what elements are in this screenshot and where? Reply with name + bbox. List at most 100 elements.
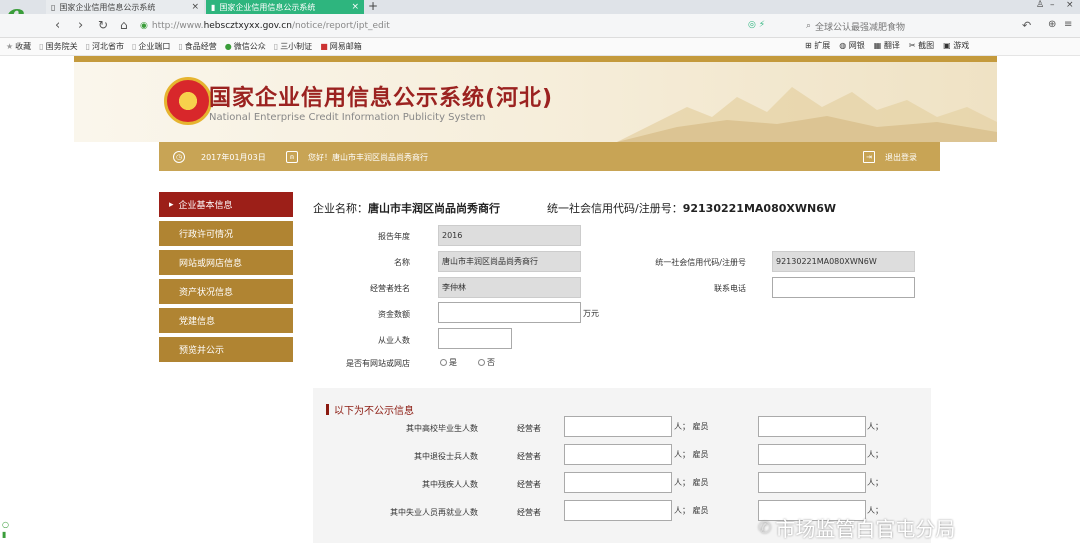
home-icon[interactable]: ⌂ bbox=[120, 18, 128, 32]
page-icon: ▯ bbox=[273, 42, 279, 51]
mountain-decoration bbox=[617, 87, 997, 142]
tab-inactive[interactable]: ▯ 国家企业信用信息公示系统 × bbox=[46, 0, 204, 14]
year-field[interactable]: 2016 bbox=[438, 225, 581, 246]
logout-button[interactable]: ⇥ 退出登录 bbox=[863, 151, 917, 163]
radio-yes[interactable]: 是 bbox=[440, 357, 457, 368]
back-icon[interactable]: ‹ bbox=[55, 18, 60, 33]
zoom-icon[interactable]: ⊕ bbox=[1048, 19, 1056, 30]
operator-col-label: 经营者 bbox=[517, 508, 541, 517]
reload-icon[interactable]: ↻ bbox=[98, 18, 108, 32]
search-box[interactable]: ⌕ 全球公认最强减肥食物 bbox=[806, 17, 1016, 35]
radio-icon bbox=[478, 359, 485, 366]
phone-label: 联系电话 bbox=[714, 284, 746, 293]
address-bar: ‹ › ↻ ⌂ ◉ http://www. hebscztxyxx.gov.cn /… bbox=[0, 14, 1080, 38]
forward-icon[interactable]: › bbox=[78, 18, 83, 33]
page-icon: ▯ bbox=[85, 42, 90, 51]
user-icon: ⍝ bbox=[286, 151, 298, 163]
unit-label: 人； 雇员 bbox=[674, 450, 709, 459]
close-tab-icon[interactable]: × bbox=[351, 2, 359, 12]
operator-col-label: 经营者 bbox=[517, 480, 541, 489]
page-icon: ▯ bbox=[51, 2, 56, 12]
logout-icon: ⇥ bbox=[863, 151, 875, 163]
website-label: 是否有网站或网店 bbox=[346, 359, 410, 368]
site-header: 国家企业信用信息公示系统(河北) National Enterprise Cre… bbox=[74, 62, 997, 142]
tab-active[interactable]: ▮ 国家企业信用信息公示系统 × bbox=[206, 0, 364, 14]
globe-icon: ◉ bbox=[140, 21, 148, 31]
speed-icon[interactable]: ◎ ⚡ bbox=[748, 20, 765, 30]
capital-field[interactable] bbox=[438, 302, 581, 323]
greeting: ⍝ 您好！唐山市丰润区尚品尚秀商行 bbox=[286, 151, 428, 163]
bookmark-item[interactable]: ▯ 国务院关 bbox=[39, 41, 77, 52]
wechat-icon: ✆ bbox=[758, 518, 772, 537]
arrow-right-icon: ▸ bbox=[169, 199, 174, 210]
undo-icon[interactable]: ↶ bbox=[1022, 19, 1031, 32]
page-icon: ▯ bbox=[178, 42, 183, 51]
unit-end: 人； bbox=[867, 478, 883, 487]
phone-field[interactable] bbox=[772, 277, 915, 298]
employee-count-field[interactable] bbox=[758, 416, 866, 437]
title-bar-icon bbox=[326, 404, 329, 415]
code-label: 统一社会信用代码/注册号 bbox=[655, 258, 746, 267]
unit-label: 人； 雇员 bbox=[674, 478, 709, 487]
bookmark-item[interactable]: ▯ 三小制证 bbox=[274, 41, 312, 52]
capital-unit: 万元 bbox=[583, 309, 599, 318]
browser-tab-bar: ▯ 国家企业信用信息公示系统 × ▮ 国家企业信用信息公示系统 × + ♙ – × bbox=[0, 0, 1080, 14]
bookmark-item[interactable]: ▯ 企业端口 bbox=[132, 41, 170, 52]
bookmark-item[interactable]: ▯ 河北省市 bbox=[86, 41, 124, 52]
page-icon: ▯ bbox=[39, 42, 44, 51]
name-field[interactable]: 唐山市丰润区尚品尚秀商行 bbox=[438, 251, 581, 272]
page-icon: ▯ bbox=[131, 42, 137, 51]
tool-translate[interactable]: ▦ 翻译 bbox=[874, 40, 900, 51]
capital-label: 资金数额 bbox=[378, 310, 410, 319]
operator-count-field[interactable] bbox=[564, 500, 672, 521]
panel-title: 以下为不公示信息 bbox=[326, 402, 414, 417]
unit-label: 人； 雇员 bbox=[674, 422, 709, 431]
sidebar-item-assets[interactable]: 资产状况信息 bbox=[159, 279, 293, 306]
year-label: 报告年度 bbox=[378, 232, 410, 241]
shirt-icon[interactable]: ♙ bbox=[1036, 0, 1044, 10]
operator-field[interactable]: 李仲林 bbox=[438, 277, 581, 298]
operator-label: 经营者姓名 bbox=[370, 284, 410, 293]
employee-count-field[interactable] bbox=[758, 472, 866, 493]
operator-count-field[interactable] bbox=[564, 416, 672, 437]
radio-no[interactable]: 否 bbox=[478, 357, 495, 368]
sidebar-item-party[interactable]: 党建信息 bbox=[159, 308, 293, 335]
row-label: 其中失业人员再就业人数 bbox=[390, 508, 478, 517]
menu-icon[interactable]: ≡ bbox=[1064, 19, 1072, 30]
sidebar-item-preview[interactable]: 预览并公示 bbox=[159, 337, 293, 364]
bookmark-star[interactable]: ★ 收藏 bbox=[6, 41, 31, 52]
staff-label: 从业人数 bbox=[378, 336, 410, 345]
bookmark-item[interactable]: ▯ 食品经营 bbox=[178, 41, 216, 52]
new-tab-button[interactable]: + bbox=[368, 0, 378, 13]
tool-screenshot[interactable]: ✂ 截图 bbox=[909, 40, 934, 51]
sidebar-item-basic-info[interactable]: ▸ 企业基本信息 bbox=[159, 192, 293, 219]
sidebar-item-permit[interactable]: 行政许可情况 bbox=[159, 221, 293, 248]
tool-bank[interactable]: ◍ 网银 bbox=[839, 40, 865, 51]
operator-count-field[interactable] bbox=[564, 472, 672, 493]
staff-field[interactable] bbox=[438, 328, 512, 349]
close-tab-icon[interactable]: × bbox=[191, 2, 199, 12]
watermark: ✆ 市场监管白官屯分局 bbox=[758, 517, 956, 541]
name-label: 名称 bbox=[394, 258, 410, 267]
employee-count-field[interactable] bbox=[758, 444, 866, 465]
tool-games[interactable]: ▣ 游戏 bbox=[943, 40, 969, 51]
status-indicator-icon: ○ ▮ bbox=[2, 520, 9, 539]
date-display: ◷ 2017年01月03日 bbox=[173, 151, 266, 163]
tool-extension[interactable]: ⊞ 扩展 bbox=[805, 40, 830, 51]
code-field[interactable]: 92130221MA080XWN6W bbox=[772, 251, 915, 272]
operator-col-label: 经营者 bbox=[517, 452, 541, 461]
operator-count-field[interactable] bbox=[564, 444, 672, 465]
row-label: 其中残疾人人数 bbox=[422, 480, 478, 489]
url-field[interactable]: ◉ http://www. hebscztxyxx.gov.cn/notice/r… bbox=[140, 17, 780, 35]
row-label: 其中退役士兵人数 bbox=[414, 452, 478, 461]
bookmark-item[interactable]: ■ 网易邮箱 bbox=[320, 41, 362, 52]
sidebar-item-website[interactable]: 网站或网店信息 bbox=[159, 250, 293, 277]
company-line: 企业名称：唐山市丰润区尚品尚秀商行 统一社会信用代码/注册号：92130221M… bbox=[313, 202, 836, 215]
site-subtitle: National Enterprise Credit Information P… bbox=[209, 112, 486, 123]
star-icon: ★ bbox=[6, 42, 14, 51]
close-window-icon[interactable]: × bbox=[1066, 0, 1074, 10]
bookmark-item[interactable]: ● 微信公众 bbox=[225, 41, 266, 52]
row-label: 其中高校毕业生人数 bbox=[406, 424, 478, 433]
clock-icon: ◷ bbox=[173, 151, 185, 163]
minimize-icon[interactable]: – bbox=[1050, 0, 1055, 10]
